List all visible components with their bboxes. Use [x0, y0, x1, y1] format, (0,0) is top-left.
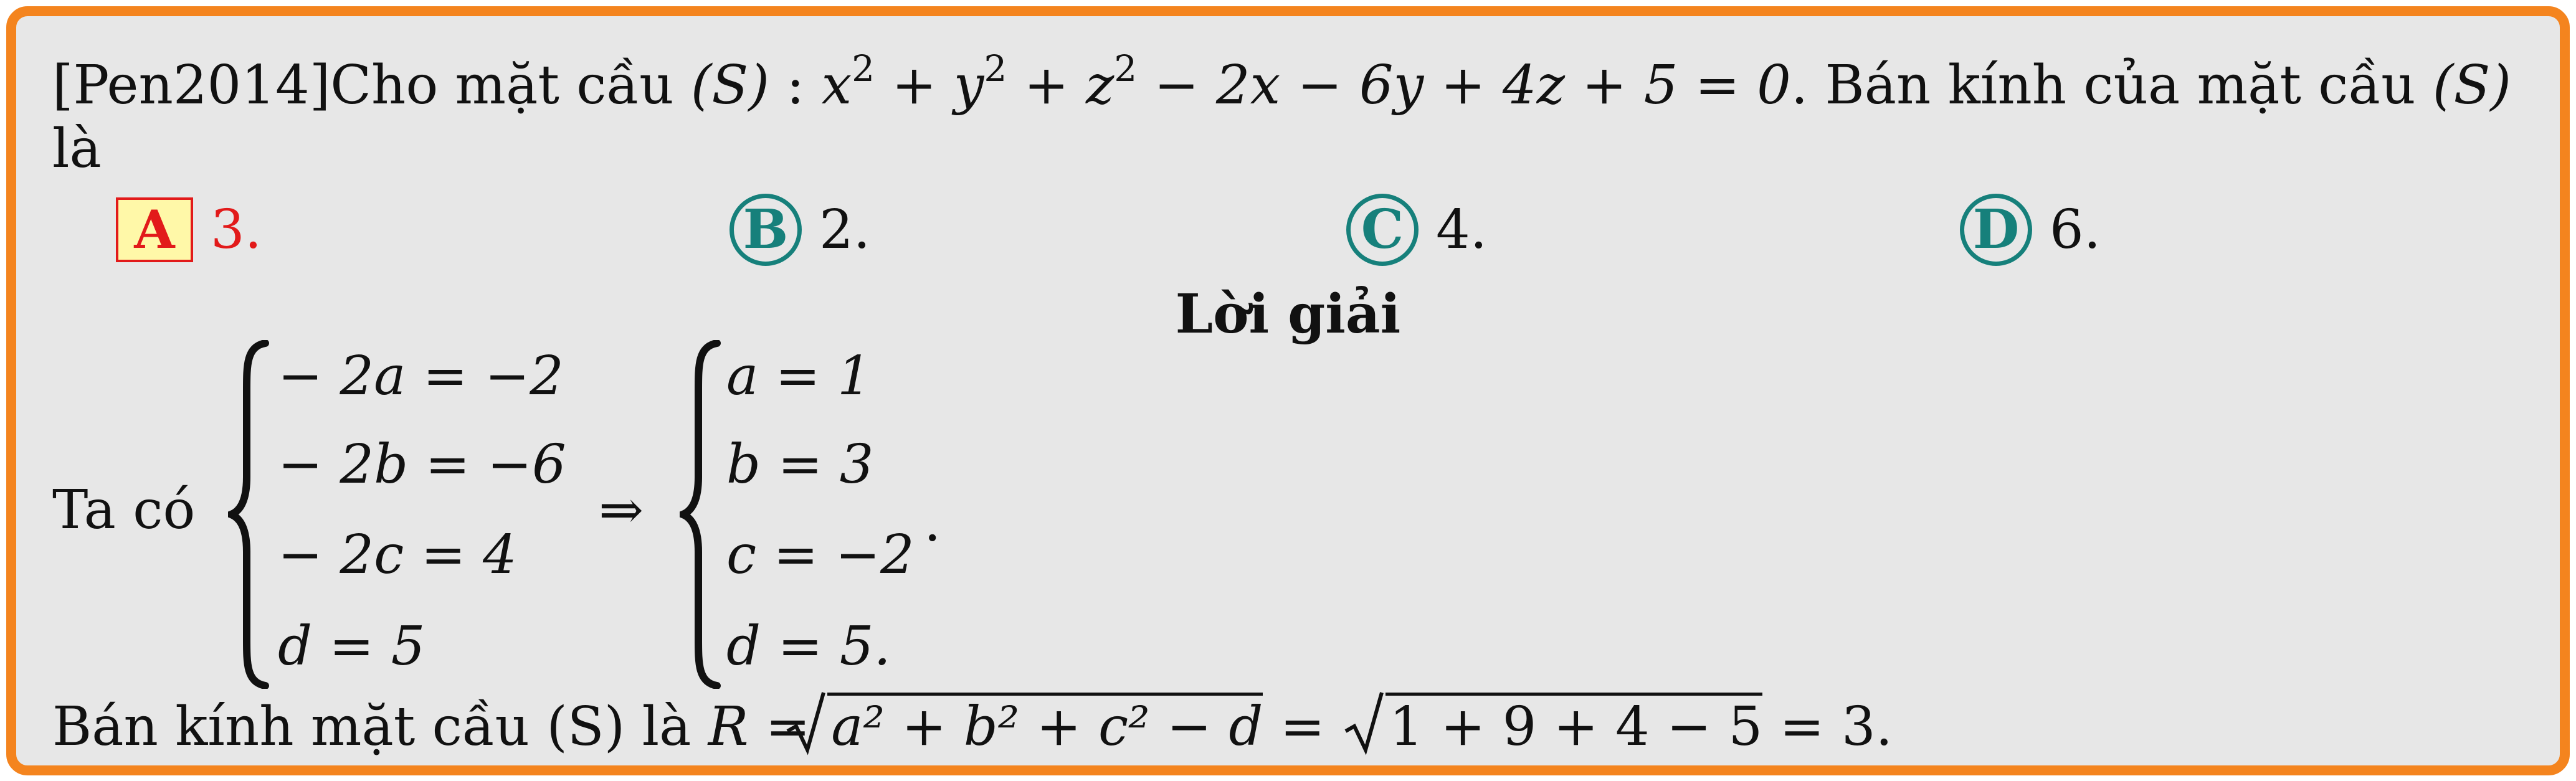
right-system-row-4: d = 5.: [726, 615, 891, 678]
sqrt-icon-1: [786, 692, 826, 755]
left-system-row-3: − 2c = 4: [278, 524, 517, 586]
choice-c[interactable]: C 4.: [1346, 193, 1488, 266]
choice-a-letter: A: [116, 197, 193, 262]
implies-symbol: ⇒: [599, 479, 644, 541]
question-suffix: . Bán kính của mặt cầu: [1790, 54, 2416, 116]
left-system-row-2: − 2b = −6: [278, 433, 566, 496]
sphere-label: (S): [690, 54, 769, 116]
equation-rest: − 2x − 6y + 4z + 5 = 0: [1137, 54, 1791, 116]
choice-d[interactable]: D 6.: [1960, 193, 2101, 266]
equation-y: + y: [875, 54, 984, 116]
left-system-row-4: d = 5: [278, 615, 425, 678]
choice-c-text: 4.: [1436, 198, 1488, 261]
sphere-label-end: (S): [2432, 54, 2511, 116]
choice-c-letter: C: [1346, 193, 1419, 266]
right-brace-icon: [680, 340, 721, 689]
choice-a[interactable]: A 3.: [116, 194, 262, 265]
radius-line: Bán kính mặt cầu (S) là R = a² + b² + c²…: [52, 692, 1893, 758]
left-brace-icon: [228, 340, 269, 689]
left-system-row-1: − 2a = −2: [278, 345, 564, 407]
radius-prefix: Bán kính mặt cầu (S) là: [52, 696, 692, 758]
radius-equals: =: [1280, 696, 1325, 758]
equation-x: x: [821, 54, 852, 116]
choice-b-text: 2.: [819, 198, 871, 261]
question-line-1: [Pen2014]Cho mặt cầu (S) : x2 + y2 + z2 …: [52, 50, 2511, 112]
right-system-row-1: a = 1: [726, 345, 872, 407]
choice-b[interactable]: B 2.: [730, 193, 871, 266]
system-end-period: .: [924, 491, 941, 554]
right-system-row-3: c = −2: [726, 524, 915, 586]
sqrt-content-2: 1 + 9 + 4 − 5: [1385, 693, 1763, 758]
choice-b-letter: B: [730, 193, 802, 266]
question-line-2: là: [52, 118, 102, 180]
radius-sqrt-1: a² + b² + c² − d: [786, 692, 1263, 758]
choice-d-text: 6.: [2050, 198, 2101, 261]
exp-x: 2: [852, 47, 875, 90]
choice-d-letter: D: [1960, 193, 2032, 266]
sqrt-content-1: a² + b² + c² − d: [827, 693, 1263, 758]
sqrt-icon-2: [1344, 692, 1384, 755]
ta-co-label: Ta có: [52, 479, 196, 541]
exp-y: 2: [984, 47, 1007, 90]
colon: :: [786, 54, 805, 116]
right-system-row-2: b = 3: [726, 433, 874, 496]
question-card: [Pen2014]Cho mặt cầu (S) : x2 + y2 + z2 …: [6, 6, 2570, 775]
radius-result: = 3.: [1779, 696, 1893, 758]
solution-heading: Lời giải: [1175, 283, 1401, 346]
exp-z: 2: [1114, 47, 1138, 90]
radius-sqrt-2: 1 + 9 + 4 − 5: [1344, 692, 1763, 758]
question-prefix: [Pen2014]Cho mặt cầu: [52, 54, 674, 116]
equation-z: + z: [1007, 54, 1115, 116]
choice-a-text: 3.: [211, 198, 262, 261]
